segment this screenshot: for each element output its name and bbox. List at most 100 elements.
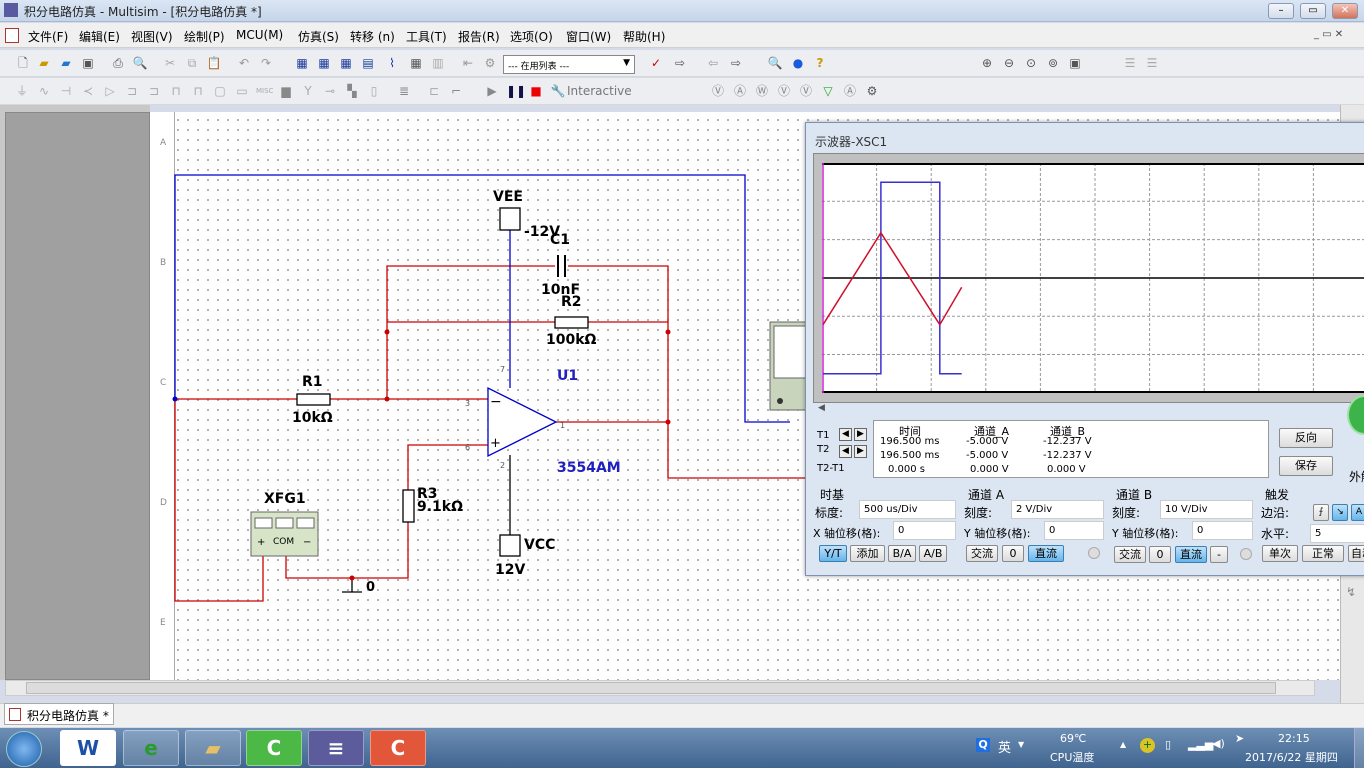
c1-label: C1 (550, 232, 570, 248)
trigger-source-a-button[interactable]: A (1351, 504, 1364, 521)
taskbar-browser[interactable]: e (123, 730, 179, 766)
trigger-edge-label: 边沿: (1261, 506, 1290, 520)
ext-trigger-label: 外触 (1349, 470, 1364, 484)
x-position-field[interactable]: 0 (893, 521, 956, 540)
vcc-source (499, 534, 521, 557)
channel-b-minus-button[interactable]: - (1210, 546, 1228, 563)
pin-label: 2 (500, 461, 505, 470)
security-icon[interactable]: + (1140, 738, 1155, 753)
t1-time: 196.500 ms (880, 436, 940, 447)
timebase-title: 时基 (820, 488, 845, 502)
start-button[interactable] (6, 731, 42, 767)
u1-label: U1 (557, 368, 578, 384)
clock-time[interactable]: 22:15 (1278, 732, 1310, 745)
channel-a-ypos-label: Y 轴位移(格): (964, 527, 1031, 540)
channel-a-dc-button[interactable]: 直流 (1028, 545, 1064, 562)
resistor-r1 (296, 393, 331, 406)
channel-a-ac-button[interactable]: 交流 (966, 545, 998, 562)
yt-mode-button[interactable]: Y/T (819, 545, 847, 562)
dt-a: 0.000 V (970, 464, 1009, 475)
channel-b-scale-field[interactable]: 10 V/Div (1160, 500, 1253, 519)
auto-mode-button[interactable]: 自动 (1348, 545, 1364, 562)
t1-b: -12.237 V (1043, 436, 1092, 447)
taskbar-camtasia[interactable]: C (246, 730, 302, 766)
t1-left-button[interactable]: ◀ (839, 428, 852, 441)
timebase-scale-field[interactable]: 500 us/Div (859, 500, 956, 519)
svg-text:−: − (303, 537, 311, 548)
channel-b-title: 通道 B (1116, 488, 1153, 502)
horizontal-scrollbar[interactable] (5, 680, 1315, 696)
scope-screen (822, 163, 1364, 393)
falling-edge-button[interactable]: ↘ (1332, 504, 1348, 521)
trigger-level-label: 水平: (1261, 527, 1290, 541)
t2-b: -12.237 V (1043, 450, 1092, 461)
ime-indicator[interactable]: 英 (998, 737, 1011, 756)
scrollbar-thumb[interactable] (26, 682, 1276, 694)
svg-text:+: + (257, 537, 265, 548)
wire-red (407, 444, 488, 490)
channel-a-ypos-field[interactable]: 0 (1044, 521, 1104, 540)
resistor-r3 (402, 489, 415, 523)
vee-source (499, 207, 521, 231)
vcc-value: 12V (495, 562, 525, 578)
r2-value: 100kΩ (546, 332, 597, 348)
probe-tool-icon[interactable]: ↯ (1346, 585, 1356, 599)
channel-a-terminal-icon (1088, 547, 1100, 559)
channel-b-dc-button[interactable]: 直流 (1175, 546, 1207, 563)
ground-label: 0 (366, 580, 375, 595)
reverse-button[interactable]: 反向 (1279, 428, 1333, 448)
taskbar-recorder[interactable]: C (370, 730, 426, 766)
junction-dots (172, 329, 671, 581)
com-label: COM (273, 537, 294, 547)
channel-b-terminal-icon (1240, 548, 1252, 560)
timebase-scale-label: 标度: (815, 506, 844, 520)
vcc-label: VCC (524, 537, 555, 553)
t2-t1-label: T2-T1 (817, 463, 845, 474)
show-desktop-button[interactable] (1354, 728, 1364, 768)
vee-label: VEE (493, 189, 523, 205)
cpu-temp-value: 69℃ (1060, 732, 1087, 745)
opamp-plus-sign: + (490, 436, 501, 451)
ba-mode-button[interactable]: B/A (888, 545, 916, 562)
t1-label: T1 (817, 430, 830, 441)
channel-b-ypos-field[interactable]: 0 (1192, 521, 1253, 540)
pin-label: 1 (560, 421, 565, 430)
rising-edge-button[interactable]: ⨍ (1313, 504, 1329, 521)
trigger-level-field[interactable]: 5 (1310, 524, 1364, 543)
chevron-down-icon[interactable]: ▼ (1018, 740, 1024, 749)
channel-b-ac-button[interactable]: 交流 (1114, 546, 1146, 563)
wire-red (174, 399, 264, 602)
trigger-title: 触发 (1265, 488, 1290, 502)
u1-model: 3554AM (557, 460, 621, 476)
taskbar-multisim[interactable]: ≡ (308, 730, 364, 766)
channel-a-scale-field[interactable]: 2 V/Div (1011, 500, 1104, 519)
clock-date[interactable]: 2017/6/22 星期四 (1245, 749, 1338, 765)
t1-right-button[interactable]: ▶ (854, 428, 867, 441)
xfg1-label: XFG1 (264, 491, 306, 507)
channel-b-zero-button[interactable]: 0 (1149, 546, 1171, 563)
channel-a-scale-label: 刻度: (964, 506, 993, 520)
add-mode-button[interactable]: 添加 (850, 545, 885, 562)
network-icon[interactable]: ▂▃▅ (1188, 738, 1213, 751)
taskbar: W e ▰ C ≡ C Q 英 ▼ 69℃ CPU温度 ▲ + ▯ ▂▃▅ ◀)… (0, 728, 1364, 768)
document-icon (9, 708, 21, 721)
r2-label: R2 (561, 294, 582, 310)
t2-right-button[interactable]: ▶ (854, 445, 867, 458)
tab-integrator-circuit[interactable]: 积分电路仿真 * (4, 703, 114, 725)
t2-time: 196.500 ms (880, 450, 940, 461)
save-button[interactable]: 保存 (1279, 456, 1333, 476)
taskbar-explorer[interactable]: ▰ (185, 730, 241, 766)
t1-a: -5.000 V (966, 436, 1009, 447)
power-plug-icon[interactable]: ▯ (1165, 738, 1171, 751)
taskbar-word[interactable]: W (60, 730, 116, 766)
pin-label: 7 (500, 365, 505, 374)
volume-icon[interactable]: ◀) (1212, 737, 1225, 750)
t2-left-button[interactable]: ◀ (839, 445, 852, 458)
channel-a-zero-button[interactable]: 0 (1002, 545, 1024, 562)
qq-input-icon[interactable]: Q (976, 738, 990, 752)
scroll-left-icon[interactable]: ◀ (818, 403, 825, 413)
single-mode-button[interactable]: 单次 (1262, 545, 1298, 562)
show-hidden-icons[interactable]: ▲ (1120, 740, 1126, 749)
ab-mode-button[interactable]: A/B (919, 545, 947, 562)
normal-mode-button[interactable]: 正常 (1302, 545, 1344, 562)
